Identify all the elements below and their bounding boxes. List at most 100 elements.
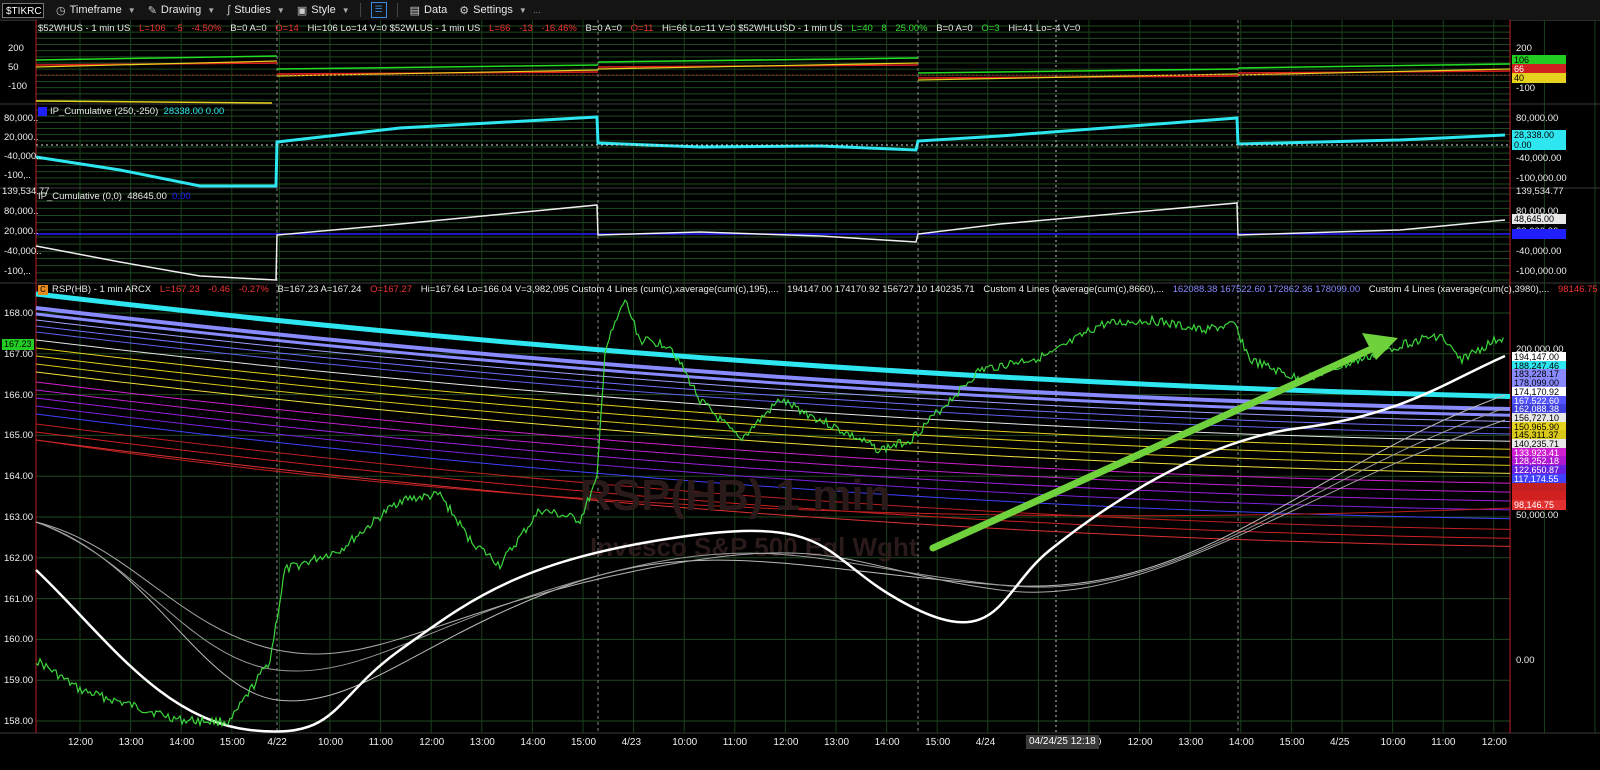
header-field: B=0 A=0 <box>230 23 270 34</box>
time-axis-tick: 4/25 <box>1330 737 1350 748</box>
time-axis-tick: 15:00 <box>219 737 245 748</box>
pane2-right-tick: -100,000.00 <box>1516 173 1567 184</box>
pane3-header: IP_Cumulative (0,0) 48645.00 0.00 <box>38 191 191 202</box>
pane1-header: $52WHUS - 1 min US L=106 -5 -4.50% B=0 A… <box>38 23 1086 34</box>
pane3-value2: 0.00 <box>172 191 191 202</box>
pane3-value-tag <box>1512 229 1566 239</box>
header-field: B=0 A=0 <box>585 23 625 34</box>
pane-3-bg <box>36 188 1510 283</box>
price-axis-tick: 163.00 <box>4 512 34 523</box>
header-field: -5 <box>174 23 186 34</box>
pane3-left-tick: -40,000.. <box>4 246 42 257</box>
time-axis-tick: 14:00 <box>874 737 900 748</box>
price-band-tag: 98,146.75 <box>1512 499 1566 510</box>
pane3-title: IP_Cumulative (0,0) <box>38 191 122 202</box>
time-axis-tick: 13:00 <box>1178 737 1204 748</box>
pane3-value-tag: 48,645.00 <box>1512 214 1566 224</box>
price-axis-tick: 159.00 <box>4 675 34 687</box>
pane3-left-tick: 20,000.. <box>4 226 39 237</box>
header-field: 98146.75 1 <box>1557 284 1600 295</box>
header-field: -4.50% <box>191 23 225 34</box>
price-axis-tick: 166.00 <box>4 389 34 401</box>
pane3-right-tick: -100,000.00 <box>1516 266 1567 277</box>
header-field: 8 <box>881 23 890 34</box>
pane1-right-tick: -100 <box>1516 83 1536 94</box>
time-axis-tick: 10:00 <box>672 737 698 748</box>
header-field: Custom 4 Lines (xaverage(cum(c),3980),..… <box>1368 284 1552 295</box>
pane1-right-tick: 200 <box>1516 43 1532 54</box>
pane1-left-tick: 50 <box>8 62 19 73</box>
price-axis-tick: 168.00 <box>4 308 34 319</box>
time-axis-tick: 13:00 <box>824 737 850 748</box>
time-axis-tick: 4/24 <box>975 737 996 748</box>
pane4-header: C RSP(HB) - 1 min ARCX L=167.23 -0.46 -0.… <box>38 284 1600 295</box>
header-field: 162088.38 167522.60 172862.36 178099.00 <box>1172 284 1363 295</box>
price-axis-tick: 165.00 <box>4 430 34 442</box>
pane2-left-tick: 20,000.. <box>4 132 39 143</box>
pane2-right-tick: -40,000.00 <box>1516 153 1562 164</box>
header-field: O=14 <box>275 23 302 34</box>
header-field: L=66 <box>489 23 514 34</box>
pane1-left-tick: 200 <box>8 43 24 54</box>
watermark-name: Invesco S&P 500 Eql Wght <box>590 532 918 562</box>
header-field: $52WHUS - 1 min US <box>38 23 134 34</box>
time-axis-tick: 12:00 <box>1127 737 1153 748</box>
time-axis-tick: 12:00 <box>1481 737 1507 748</box>
pane2-value-tag: 28,338.00 <box>1512 130 1566 140</box>
header-field: 25.00% <box>895 23 931 34</box>
volume-axis-tick: 50,000.00 <box>1516 510 1559 521</box>
header-field: O=167.27 <box>370 284 415 295</box>
time-axis-tick: 14:00 <box>1228 737 1254 748</box>
header-field: O=11 <box>630 23 657 34</box>
volume-axis-tick: 0.00 <box>1516 655 1535 666</box>
price-axis-tick: 160.00 <box>4 634 34 646</box>
header-field: Hi=41 Lo=-4 V=0 <box>1008 23 1081 34</box>
watermark-symbol: RSP(HB) 1 min <box>580 471 890 520</box>
time-axis-tick: 15:00 <box>571 737 597 748</box>
time-axis-tick: 12:00 <box>773 737 799 748</box>
pane2-values: 28338.00 0.00 <box>163 106 225 117</box>
pane2-left-tick: -40,000.. <box>4 151 42 162</box>
time-axis-tick: 14:00 <box>520 737 546 748</box>
header-field: Hi=167.64 Lo=166.04 V=3,982,095 Custom 4… <box>420 284 782 295</box>
time-axis-tick: 11:00 <box>1431 737 1456 748</box>
time-axis-tick: 12:00 <box>68 737 94 748</box>
last-price-tag: 167.23 <box>2 339 34 350</box>
time-axis-tick: 11:00 <box>722 737 748 748</box>
time-axis-tick: 15:00 <box>925 737 951 748</box>
header-field: L=106 <box>139 23 169 34</box>
pane2-left-tick: 80,000.. <box>4 113 39 124</box>
time-axis-tick: 4/23 <box>621 737 642 748</box>
pane3-value: 48645.00 <box>127 191 167 202</box>
series-badge[interactable]: C <box>38 285 48 295</box>
price-axis-tick: 162.00 <box>4 552 34 564</box>
pane1-value-tag: 40 <box>1512 73 1566 83</box>
chart-canvas[interactable]: RSP(HB) 1 min Invesco S&P 500 Eql Wght <box>0 0 1600 770</box>
time-axis-tick: 11:00 <box>368 737 393 748</box>
time-axis-tick: 13:00 <box>469 737 495 748</box>
pane2-title: IP_Cumulative (250,-250) <box>50 106 159 117</box>
time-axis-tick: 15:00 <box>1279 737 1305 748</box>
header-field: O=3 <box>981 23 1003 34</box>
pane2-right-tick: 80,000.00 <box>1516 113 1559 124</box>
header-field: RSP(HB) - 1 min ARCX <box>52 284 154 295</box>
pane3-left-tick: 80,000.. <box>4 206 39 217</box>
price-axis-tick: 158.00 <box>4 716 34 727</box>
header-field: 194147.00 174170.92 156727.10 140235.71 <box>787 284 978 295</box>
pane1-left-tick: -100 <box>8 81 28 92</box>
header-field: -16.46% <box>541 23 580 34</box>
time-axis-tick: 4/22 <box>267 737 287 748</box>
time-axis-tick: 13:00 <box>118 737 144 748</box>
pane2-left-tick: -100,.. <box>4 170 31 181</box>
time-axis-tick: 14:00 <box>169 737 195 748</box>
pane3-left-tick: -100,.. <box>4 266 31 277</box>
header-field: Custom 4 Lines (xaverage(cum(c),8660),..… <box>983 284 1167 295</box>
header-field: -0.27% <box>238 284 272 295</box>
price-axis-tick: 161.00 <box>4 593 34 605</box>
header-field: L=40 <box>851 23 876 34</box>
header-field: -13 <box>519 23 536 34</box>
pane3-right-value: 139,534.77 <box>1516 186 1564 197</box>
legend-swatch <box>38 106 47 116</box>
pane2-value-tag: 0.00 <box>1512 140 1566 150</box>
price-axis-tick: 164.00 <box>4 471 34 483</box>
